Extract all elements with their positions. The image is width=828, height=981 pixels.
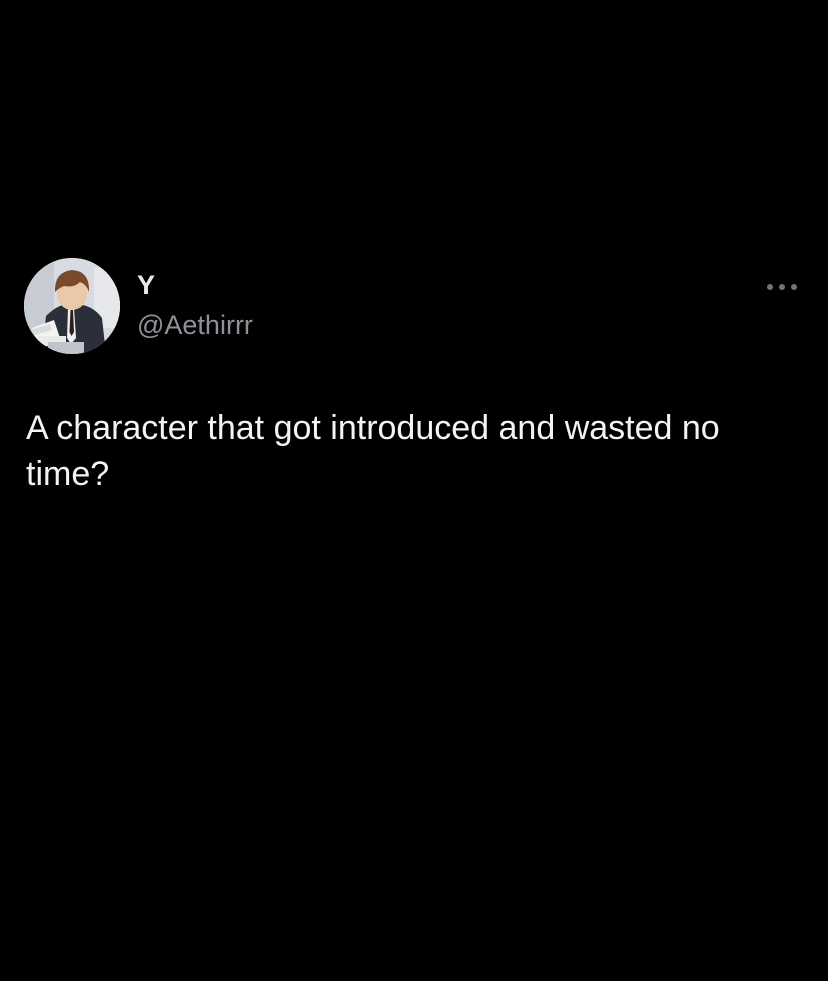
author-info: Y @Aethirrr (137, 268, 253, 342)
author-handle[interactable]: @Aethirrr (137, 308, 253, 342)
screen: Y @Aethirrr A character that got introdu… (0, 0, 828, 981)
author-display-name[interactable]: Y (137, 268, 253, 302)
more-horizontal-icon (767, 284, 797, 290)
tweet-card: Y @Aethirrr A character that got introdu… (0, 0, 828, 981)
tweet-text: A character that got introduced and wast… (26, 409, 720, 493)
avatar[interactable] (24, 258, 120, 354)
avatar-image (24, 258, 120, 354)
more-options-button[interactable] (760, 274, 804, 300)
